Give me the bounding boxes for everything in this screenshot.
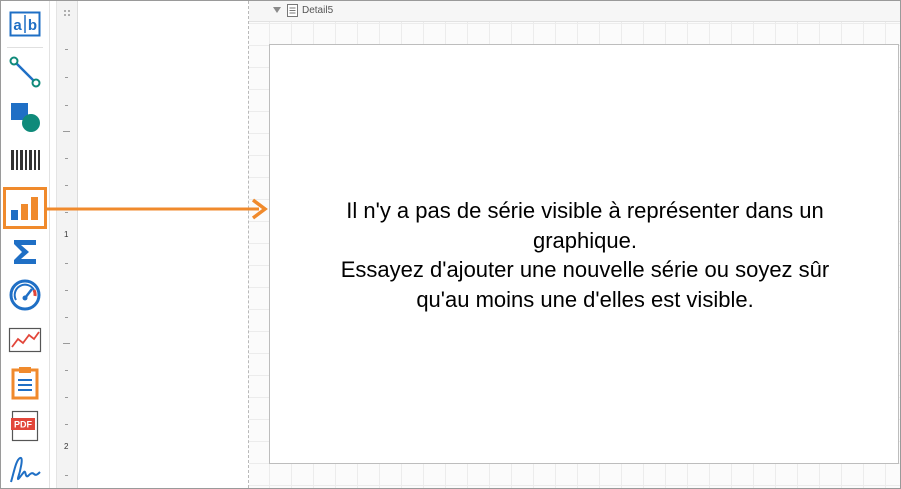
page-left-margin	[78, 1, 248, 488]
barcode-tool[interactable]	[5, 141, 45, 179]
sparkline-tool[interactable]	[5, 321, 45, 359]
chart-tool[interactable]	[3, 187, 47, 229]
summary-tool[interactable]	[5, 233, 45, 271]
callout-arrow-icon	[45, 198, 268, 220]
barcode-tool-icon	[11, 150, 40, 170]
pdf-icon-text: PDF	[14, 420, 33, 430]
message-line-4: qu'au moins une d'elles est visible.	[416, 286, 754, 312]
chart-control[interactable]: Il n'y a pas de série visible à représen…	[269, 44, 899, 464]
label-tool-icon: a b	[9, 11, 41, 37]
gauge-tool-icon	[9, 279, 41, 311]
ruler-mark-1: 1	[64, 230, 69, 239]
line-tool[interactable]	[5, 53, 45, 91]
vertical-ruler: 1 2	[56, 1, 78, 488]
collapse-triangle-icon[interactable]	[273, 7, 281, 13]
shape-tool[interactable]	[5, 98, 45, 136]
summary-tool-icon	[14, 240, 36, 264]
toolbox: a b PDF	[1, 1, 50, 488]
grip-icon[interactable]	[63, 9, 71, 17]
no-series-message: Il n'y a pas de série visible à représen…	[270, 196, 900, 314]
toolbox-separator	[7, 47, 43, 48]
report-designer: a b PDF 1 2 Detail5 Il n'y a pas de séri…	[0, 0, 901, 489]
pdf-content-tool-icon: PDF	[11, 410, 39, 442]
ruler-mark-2: 2	[64, 442, 69, 451]
subreport-tool-icon	[11, 367, 39, 400]
sparkline-tool-icon	[8, 327, 42, 353]
svg-text:b: b	[28, 17, 37, 34]
subreport-tool[interactable]	[5, 364, 45, 402]
shape-tool-icon	[11, 103, 40, 132]
gauge-tool[interactable]	[5, 276, 45, 314]
band-label: Detail5	[302, 5, 334, 16]
signature-tool-icon	[10, 456, 41, 483]
message-line-3: Essayez d'ajouter une nouvelle série ou …	[340, 257, 830, 282]
signature-tool[interactable]	[5, 450, 45, 488]
chart-tool-icon	[11, 197, 38, 220]
pdf-content-tool[interactable]: PDF	[5, 407, 45, 445]
line-tool-icon	[9, 56, 41, 88]
label-tool[interactable]: a b	[5, 5, 45, 43]
band-header-detail[interactable]: Detail5	[249, 1, 900, 22]
band-icon	[287, 4, 298, 17]
message-line-2: graphique.	[533, 227, 637, 253]
message-line-1: Il n'y a pas de série visible à représen…	[346, 198, 824, 223]
svg-text:a: a	[13, 17, 22, 34]
